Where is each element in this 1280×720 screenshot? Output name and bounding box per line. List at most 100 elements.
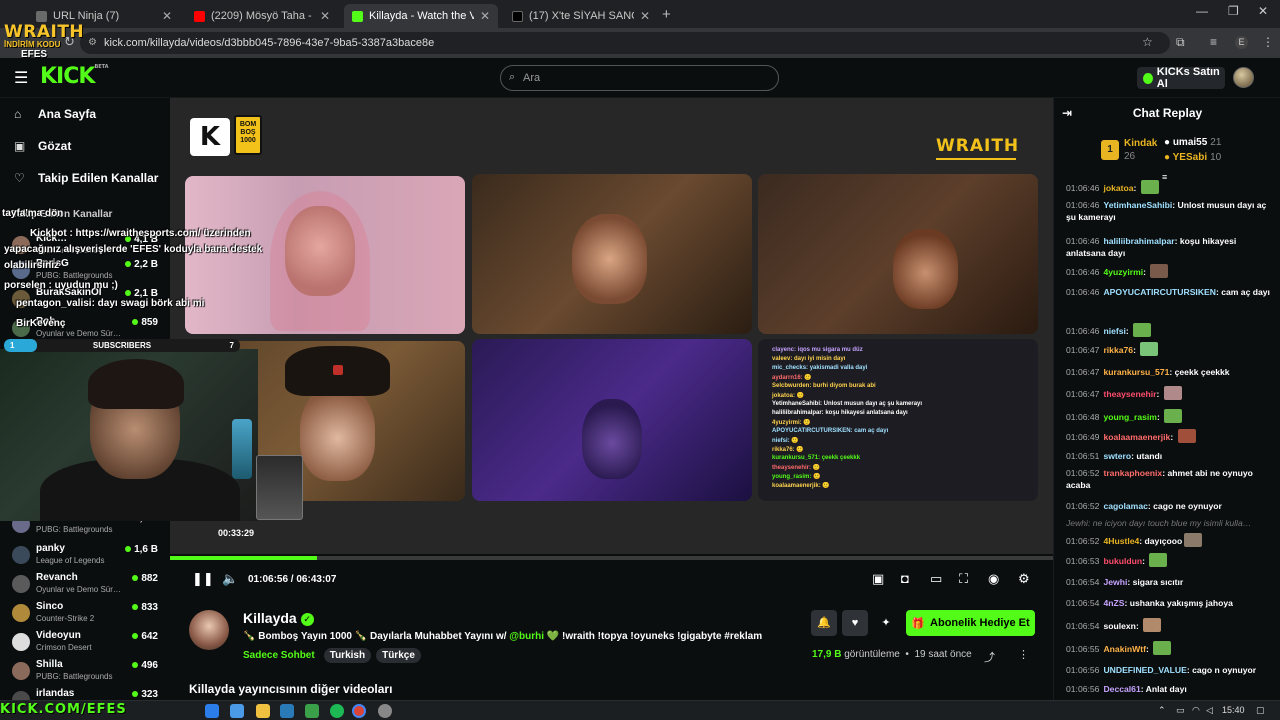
excel-icon[interactable] <box>305 704 319 718</box>
channel-avatar <box>12 604 30 622</box>
chat-username[interactable]: trankaphoenix <box>1103 468 1162 478</box>
chat-username[interactable]: 4nZS <box>1103 598 1124 608</box>
chat-username[interactable]: swtero <box>1103 451 1131 461</box>
bookmark-star-icon[interactable]: ☆ <box>1142 35 1153 49</box>
clock[interactable]: 15:40 <box>1222 705 1245 715</box>
maximize-icon[interactable]: ❐ <box>1228 4 1239 18</box>
streamer-name[interactable]: Killayda ✓ <box>243 610 314 626</box>
buy-kicks-button[interactable]: KICKs Satın Al <box>1137 66 1225 90</box>
chat-username[interactable]: 4Hustle4 <box>1103 536 1139 546</box>
kicks-coin-icon <box>1143 72 1153 84</box>
outlook-icon[interactable] <box>280 704 294 718</box>
edge-icon[interactable] <box>230 704 244 718</box>
windows-start-icon[interactable] <box>205 704 219 718</box>
miniplayer-icon[interactable]: ▣ <box>872 571 884 587</box>
pause-icon[interactable]: ❚❚ <box>192 571 214 587</box>
theater-mode-icon[interactable]: ▭ <box>930 571 942 587</box>
chat-replay-panel: ⇥ Chat Replay 1 Kindak 26 ● umai55 21 ● Y… <box>1053 98 1280 700</box>
chat-username[interactable]: jokatoa <box>1103 183 1133 193</box>
channel-row[interactable]: Shilla PUBG: Battlegrounds 496 <box>12 659 162 685</box>
chat-username[interactable]: cagolamac <box>1103 501 1147 511</box>
channel-avatar <box>12 691 30 700</box>
sidebar-item-home[interactable]: ⌂ Ana Sayfa <box>14 107 96 121</box>
wifi-icon[interactable]: ◠ <box>1192 705 1200 716</box>
chat-username[interactable]: APOYUCATIRCUTURSIKEN <box>1103 287 1216 297</box>
chat-username[interactable]: young_rasim <box>1103 412 1157 422</box>
close-icon[interactable]: ✕ <box>320 9 330 23</box>
media-icon[interactable]: ≡ <box>1210 35 1217 49</box>
browser-tab-x[interactable]: (17) X'te SİYAH SANCAK: " ✕ <box>504 4 658 28</box>
collapse-chat-icon[interactable]: ⇥ <box>1062 98 1072 128</box>
spotify-icon[interactable] <box>330 704 344 718</box>
chat-username[interactable]: kurankursu_571 <box>1103 367 1169 377</box>
speaker-icon[interactable]: ◁ <box>1206 705 1213 716</box>
language-tag[interactable]: Türkçe <box>376 648 421 663</box>
streamer-avatar[interactable] <box>189 610 229 650</box>
file-explorer-icon[interactable] <box>256 704 270 718</box>
chat-username[interactable]: UNDEFINED_VALUE <box>1103 665 1186 675</box>
new-tab-button[interactable]: + <box>662 6 671 23</box>
channel-row[interactable]: Revanch Oyunlar ve Demo Sür… 882 <box>12 572 162 598</box>
site-info-icon[interactable]: ⚙ <box>88 32 97 54</box>
channel-row[interactable]: panky League of Legends 1,6 B <box>12 543 162 569</box>
follow-heart-button[interactable]: ♥ <box>842 610 868 636</box>
chat-username[interactable]: YetimhaneSahibi <box>1103 200 1172 210</box>
language-tag[interactable]: Turkish <box>323 648 372 663</box>
gift-subscription-button[interactable]: 🎁 Abonelik Hediye Et <box>906 610 1035 636</box>
chat-username[interactable]: haliliibrahimalpar <box>1103 236 1174 246</box>
close-icon[interactable]: ✕ <box>640 9 650 23</box>
kick-logo[interactable]: KICKBETA <box>40 64 109 89</box>
playback-speed-icon[interactable]: ◉ <box>988 571 999 587</box>
browser-menu-icon[interactable]: ⋮ <box>1262 35 1274 49</box>
search-input[interactable]: ⌕ Ara <box>500 65 779 91</box>
user-avatar[interactable] <box>1233 67 1254 88</box>
chat-username[interactable]: soulexn <box>1103 621 1135 631</box>
fullscreen-icon[interactable]: ⛶ <box>959 571 968 587</box>
home-icon: ⌂ <box>14 107 22 121</box>
notification-bell-button[interactable]: 🔔 <box>811 610 837 636</box>
notifications-icon[interactable]: ▢ <box>1256 705 1265 716</box>
chat-username[interactable]: niefsi <box>1103 326 1125 336</box>
leaderboard-entry[interactable]: Kindak <box>1124 138 1157 149</box>
more-videos-heading: Killayda yayıncısının diğer videoları <box>189 682 393 696</box>
chat-username[interactable]: Jewhi <box>1066 518 1088 528</box>
window-close-icon[interactable]: ✕ <box>1258 4 1268 18</box>
chat-username[interactable]: Deccal61 <box>1103 684 1140 694</box>
more-options-icon[interactable]: ⋮ <box>1018 648 1029 661</box>
kicks-sparkle-button[interactable]: ✦ <box>873 610 899 636</box>
chrome-icon[interactable] <box>352 704 366 718</box>
extensions-icon[interactable]: ⧉ <box>1176 35 1185 50</box>
obs-icon[interactable] <box>378 704 392 718</box>
close-icon[interactable]: ✕ <box>162 9 172 23</box>
sidebar-item-following[interactable]: ♡ Takip Edilen Kanallar <box>14 171 158 185</box>
volume-icon[interactable]: 🔈 <box>222 571 238 587</box>
channel-row[interactable]: irlandas 323 <box>12 688 162 700</box>
url-field[interactable]: ⚙ kick.com/killayda/videos/d3bbb045-7896… <box>80 32 1170 54</box>
chat-username[interactable]: AnakinWtf <box>1103 644 1146 654</box>
chat-username[interactable]: rikka76 <box>1103 345 1133 355</box>
channel-row[interactable]: Sinco Counter-Strike 2 833 <box>12 601 162 627</box>
sidebar-item-browse[interactable]: ▣ Gözat <box>14 139 71 153</box>
chat-username[interactable]: koalaamaenerjik <box>1103 432 1170 442</box>
tray-arrow-icon[interactable]: ⌃ <box>1158 705 1166 716</box>
close-icon[interactable]: ✕ <box>480 9 490 23</box>
clip-icon[interactable]: ◘ <box>901 571 909 586</box>
category-tag[interactable]: Sadece Sohbet <box>243 650 315 661</box>
chat-username[interactable]: theaysenehir <box>1103 389 1156 399</box>
browser-tab-kick[interactable]: Killayda - Watch the VOD o ✕ <box>344 4 498 28</box>
browser-tab-youtube[interactable]: (2209) Mösyö Taha - YouTube ✕ <box>186 4 338 28</box>
hamburger-menu-icon[interactable]: ☰ <box>14 68 28 88</box>
settings-gear-icon[interactable]: ⚙ <box>1018 571 1030 587</box>
chat-username[interactable]: bukuldun <box>1103 556 1142 566</box>
channel-avatar <box>12 546 30 564</box>
chat-username[interactable]: 4yuzyirmi <box>1103 267 1143 277</box>
leaderboard-entry[interactable]: ● umai55 21 <box>1164 137 1221 148</box>
minimize-icon[interactable]: — <box>1196 4 1208 18</box>
channel-row[interactable]: Videoyun Crimson Desert 642 <box>12 630 162 656</box>
network-icon[interactable]: ▭ <box>1176 705 1185 716</box>
heart-icon: ♡ <box>14 171 25 185</box>
share-icon[interactable]: ⤴ <box>984 649 995 665</box>
leaderboard-entry[interactable]: ● YESabi 10 <box>1164 152 1221 163</box>
chat-username[interactable]: Jewhi <box>1103 577 1127 587</box>
profile-avatar[interactable]: E <box>1235 36 1248 49</box>
